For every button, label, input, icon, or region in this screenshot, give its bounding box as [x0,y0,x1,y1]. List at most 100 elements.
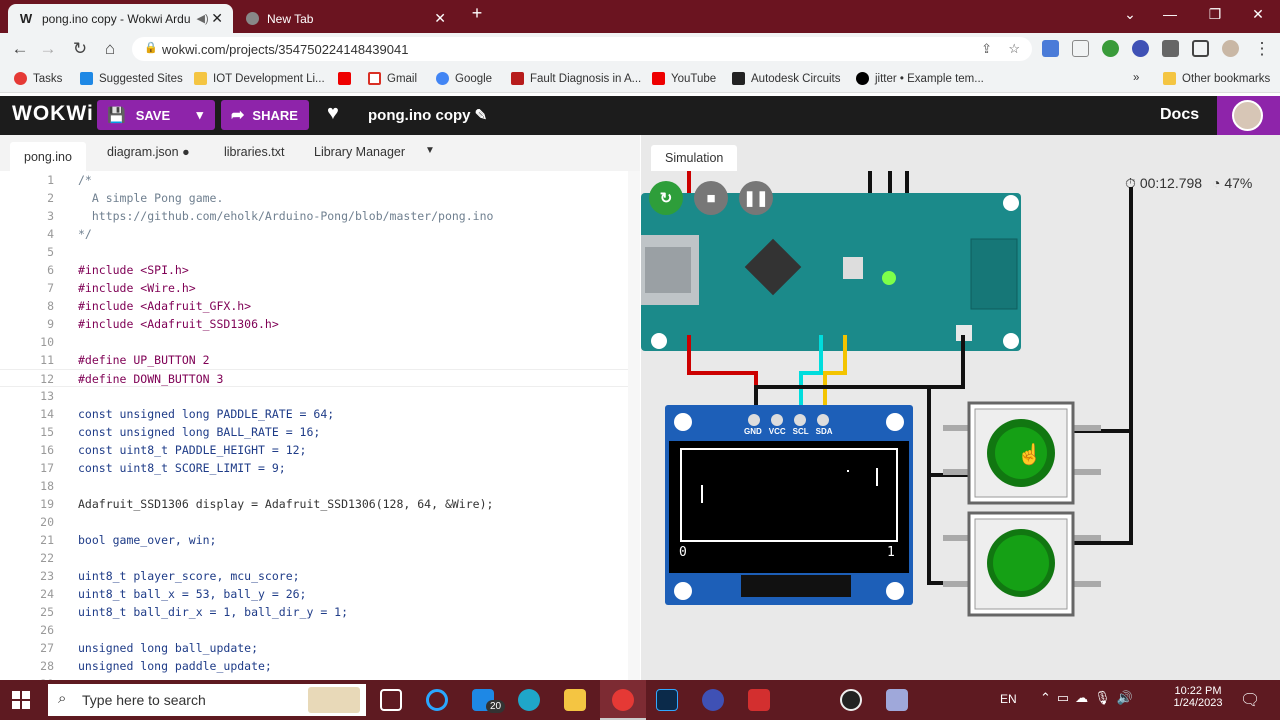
bookmark-google[interactable]: Google [436,72,492,85]
docs-link[interactable]: Docs [1160,106,1199,124]
user-avatar[interactable] [1217,96,1280,135]
translate-extension-icon[interactable] [1042,40,1059,57]
code-line[interactable]: 23 uint8_t player_score, mcu_score; [0,567,628,585]
bookmark-iot[interactable]: IOT Development Li... [194,72,325,85]
other-bookmarks[interactable]: Other bookmarks [1163,72,1270,85]
mail-extension-icon[interactable] [1072,40,1089,57]
photoshop-icon[interactable] [656,689,678,711]
code-line[interactable]: 4 */ [0,225,628,243]
chrome-taskbar-icon[interactable] [612,689,634,711]
code-line[interactable]: 17 const uint8_t SCORE_LIMIT = 9; [0,459,628,477]
editor-scrollbar[interactable] [628,171,640,680]
code-line[interactable]: 14 const unsigned long PADDLE_RATE = 64; [0,405,628,423]
close-tab-icon[interactable]: ✕ [434,10,446,27]
taskbar-search[interactable]: ⌕ Type here to search [48,684,366,716]
bookmark-tasks[interactable]: Tasks [14,72,62,85]
bookmark-autodesk[interactable]: Autodesk Circuits [732,72,840,85]
tab-wokwi[interactable]: W pong.ino copy - Wokwi Ardu ◀) ✕ [8,4,233,33]
code-line[interactable]: 24 uint8_t ball_x = 53, ball_y = 26; [0,585,628,603]
forward-icon[interactable]: → [38,39,58,59]
code-line[interactable]: 7 #include <Wire.h> [0,279,628,297]
back-icon[interactable]: ← [10,39,30,59]
system-tray-icons[interactable]: ⌃▭☁🎙🔊 [1040,690,1139,706]
close-tab-icon[interactable]: ✕ [211,10,223,27]
save-dropdown-icon[interactable]: ▾ [196,107,203,123]
input-language[interactable]: EN [1000,692,1017,706]
share-page-icon[interactable]: ⇪ [981,41,992,57]
code-line[interactable]: 16 const uint8_t PADDLE_HEIGHT = 12; [0,441,628,459]
code-line[interactable]: 8 #include <Adafruit_GFX.h> [0,297,628,315]
profile-avatar-icon[interactable] [1222,40,1239,57]
cortana-icon[interactable] [426,689,448,711]
code-area[interactable]: 1/* 2 A simple Pong game. 3 https://github… [0,171,628,680]
code-line[interactable]: 12 #define DOWN_BUTTON 3 [0,369,628,387]
code-line[interactable]: 11 #define UP_BUTTON 2 [0,351,628,369]
tab-dropdown-icon[interactable]: ▼ [425,145,435,156]
code-line[interactable]: 1 /* [0,171,628,189]
code-line[interactable]: 9 #include <Adafruit_SSD1306.h> [0,315,628,333]
code-line[interactable]: 6 #include <SPI.h> [0,261,628,279]
new-tab-icon[interactable]: + [467,3,487,24]
vpn-extension-icon[interactable] [1132,40,1149,57]
down-pushbutton[interactable] [943,511,1101,617]
bookmark-suggested-sites[interactable]: Suggested Sites [80,72,183,85]
extensions-puzzle-icon[interactable] [1162,40,1179,57]
side-panel-icon[interactable] [1192,40,1209,57]
foxit-icon[interactable] [748,689,770,711]
bookmark-youtube[interactable]: YouTube [652,72,716,85]
task-view-icon[interactable] [380,689,402,711]
taskbar-clock[interactable]: 10:22 PM 1/24/2023 [1168,685,1228,709]
file-explorer-icon[interactable] [564,689,586,711]
tab-new-tab[interactable]: New Tab ✕ [236,4,456,33]
tab-pong-ino[interactable]: pong.ino [10,142,86,171]
reload-icon[interactable]: ↻ [70,39,90,59]
code-line[interactable]: 27 unsigned long ball_update; [0,639,628,657]
code-line[interactable]: 25 uint8_t ball_dir_x = 1, ball_dir_y = 1… [0,603,628,621]
bookmark-youtube-1[interactable] [338,72,357,85]
bookmark-fault-diagnosis[interactable]: Fault Diagnosis in A... [511,72,641,85]
edit-pencil-icon[interactable]: ✎ [475,107,488,124]
share-button[interactable]: ➦ SHARE [221,100,309,130]
code-line[interactable]: 22 [0,549,628,567]
bookmark-gmail[interactable]: Gmail [368,72,417,85]
bookmark-jitter[interactable]: jitter • Example tem... [856,72,984,85]
code-line[interactable]: 10 [0,333,628,351]
edge-icon[interactable] [518,689,540,711]
code-line[interactable]: 13 [0,387,628,405]
vpn-app-icon[interactable] [702,689,724,711]
pause-simulation-button[interactable]: ❚❚ [739,181,773,215]
notifications-icon[interactable]: 🗨 [1240,690,1260,710]
project-name[interactable]: pong.ino copy ✎ [368,106,487,124]
wokwi-logo[interactable]: WOKWi [12,102,94,126]
stop-simulation-button[interactable]: ■ [694,181,728,215]
close-window-icon[interactable]: ✕ [1248,6,1268,23]
windows-start-icon[interactable] [12,691,30,709]
code-line[interactable]: 26 [0,621,628,639]
tab-diagram-json[interactable]: diagram.json ● [107,145,190,159]
code-line[interactable]: 15 const unsigned long BALL_RATE = 16; [0,423,628,441]
home-icon[interactable]: ⌂ [100,39,120,59]
bookmark-star-icon[interactable]: ☆ [1008,41,1020,57]
restart-simulation-button[interactable]: ↻ [649,181,683,215]
code-line[interactable]: 5 [0,243,628,261]
tab-libraries-txt[interactable]: libraries.txt [224,145,284,159]
globe-extension-icon[interactable] [1102,40,1119,57]
more-bookmarks-icon[interactable]: » [1133,72,1139,84]
audio-icon[interactable]: ◀) [197,12,209,25]
tab-search-icon[interactable]: ⌄ [1120,6,1140,23]
heart-icon[interactable]: ♥ [327,102,339,125]
code-line[interactable]: 28 unsigned long paddle_update; [0,657,628,675]
save-button[interactable]: 💾 SAVE ▾ [97,100,215,130]
recorder-icon[interactable] [840,689,862,711]
code-line[interactable]: 2 A simple Pong game. [0,189,628,207]
code-line[interactable]: 21 bool game_over, win; [0,531,628,549]
code-line[interactable]: 20 [0,513,628,531]
printer-app-icon[interactable] [886,689,908,711]
restore-icon[interactable]: ❐ [1205,6,1225,23]
code-line[interactable]: 18 [0,477,628,495]
code-line[interactable]: 19 Adafruit_SSD1306 display = Adafruit_SS… [0,495,628,513]
code-line[interactable]: 3 https://github.com/eholk/Arduino-Pong/… [0,207,628,225]
menu-kebab-icon[interactable]: ⋮ [1252,39,1272,59]
url-bar[interactable]: 🔒 wokwi.com/projects/354750224148439041 … [132,37,1032,61]
minimize-icon[interactable]: — [1160,6,1180,22]
